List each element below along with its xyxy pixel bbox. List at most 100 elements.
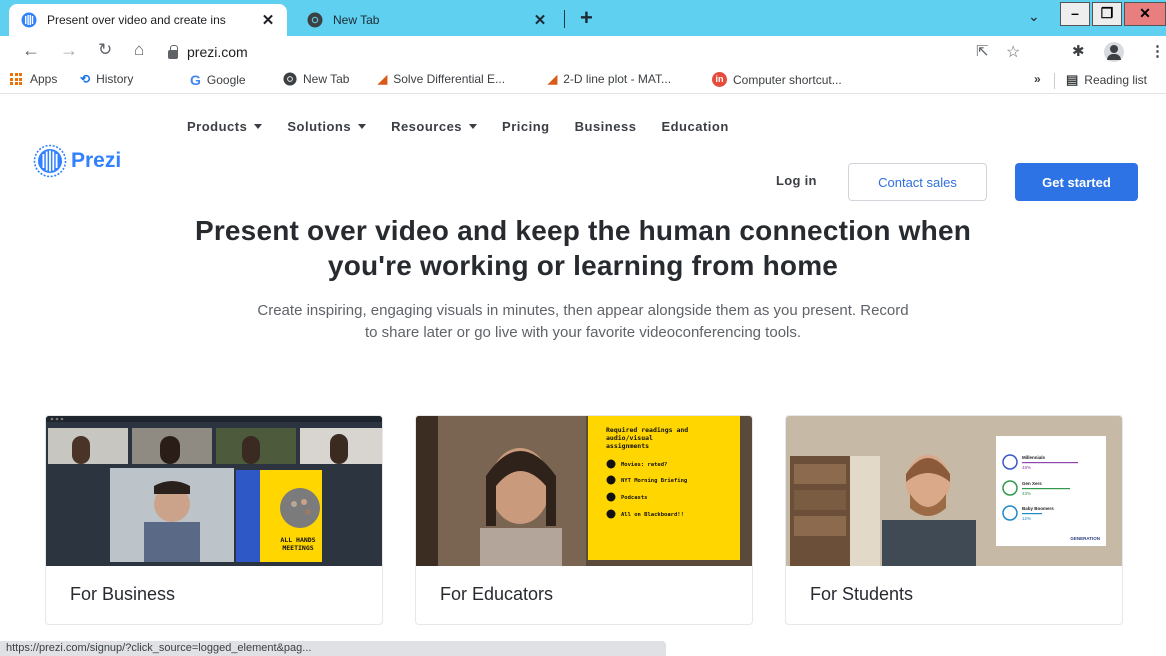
chrome-icon [307,12,323,28]
nav-label: Resources [391,119,463,134]
hero-title-line-1: Present over video and keep the human co… [194,215,972,246]
card-for-students[interactable]: Millennials 48% Gen Xers 43% Baby Boomer… [785,415,1123,625]
caret-down-icon [469,124,478,129]
slide-text-line: ALL HANDS [280,536,315,544]
slide-item: Podcasts [621,495,648,501]
maximize-button[interactable]: ❐ [1092,2,1122,26]
bookmark-label: Solve Differential E... [393,72,506,86]
caret-down-icon [358,124,367,129]
bookmarks-bar: Apps ⟲ History G Google New Tab ◢ Solve … [0,66,1166,94]
prezi-icon [21,12,37,28]
slide-item-pct: 48% [1022,465,1031,470]
slide-footer: GENERATION [1070,536,1100,541]
matlab-icon: ◢ [378,72,388,86]
card-label: For Educators [440,584,554,604]
nav-education[interactable]: Education [661,119,728,134]
bookmark-label: New Tab [303,72,350,86]
card-label: For Students [810,584,914,604]
nav-label: Products [187,119,248,134]
contact-sales-button[interactable]: Contact sales [848,163,987,201]
close-tab-icon[interactable]: ✕ [259,11,277,29]
hero-title-line-2: you're working or learning from home [327,250,839,281]
nav-resources[interactable]: Resources [391,119,478,134]
bookmark-label: Apps [30,72,58,86]
get-started-button[interactable]: Get started [1015,163,1138,201]
star-icon[interactable]: ☆ [1006,42,1020,62]
reading-list-button[interactable]: ▤ Reading list [1066,72,1147,88]
reading-list-icon: ▤ [1066,72,1079,87]
business-video-thumbnail: ALL HANDS MEETINGS [46,416,382,566]
tab-prezi[interactable]: Present over video and create ins ✕ [9,4,287,36]
browser-tab-strip: Present over video and create ins ✕ New … [0,0,1166,36]
bookmarks-separator [1054,73,1055,89]
history-icon: ⟲ [80,72,91,86]
chevron-down-icon[interactable]: ⌄ [1028,8,1040,25]
hero-subtitle: Create inspiring, engaging visuals in mi… [257,302,909,341]
share-icon[interactable]: ⇱ [976,42,989,60]
bookmark-google[interactable]: G Google [190,72,246,88]
tab-title: New Tab [333,13,380,27]
prezi-logo-icon [33,144,67,178]
slide-item: NYT Morning Briefing [621,478,687,484]
browser-toolbar: ← → ↻ ⌂ prezi.com ⇱ ☆ ✱ ⋮ [0,36,1166,66]
url-text: prezi.com [187,44,248,60]
profile-avatar[interactable] [1104,42,1124,62]
slide-item-name: Millennials [1022,455,1046,460]
status-bar-url: https://prezi.com/signup/?click_source=l… [0,641,666,656]
students-video-thumbnail: Millennials 48% Gen Xers 43% Baby Boomer… [786,416,1122,566]
slide-item-pct: 12% [1022,516,1031,521]
forward-arrow-icon[interactable]: → [60,40,78,61]
new-tab-button[interactable]: + [580,5,593,31]
close-tab-icon[interactable]: ✕ [531,11,549,29]
lock-icon [168,44,178,59]
reload-icon[interactable]: ↻ [98,40,112,60]
extensions-icon[interactable]: ✱ [1072,42,1085,60]
nav-business[interactable]: Business [575,119,637,134]
slide-text-line: MEETINGS [282,544,313,552]
slide-item: All on Blackboard!! [621,512,684,518]
nav-pricing[interactable]: Pricing [502,119,550,134]
tab-separator [564,10,565,28]
address-bar[interactable]: prezi.com [168,39,1048,65]
menu-kebab-icon[interactable]: ⋮ [1150,42,1165,60]
minimize-button[interactable]: – [1060,2,1090,26]
slide-text-line: audio/visual [606,434,653,442]
bookmark-label: 2-D line plot - MAT... [563,72,672,86]
bookmark-history[interactable]: ⟲ History [80,72,133,86]
caret-down-icon [254,124,263,129]
bookmarks-overflow-button[interactable]: » [1034,72,1041,86]
main-navigation: Products Solutions Resources Pricing Bus… [187,119,754,134]
prezi-page: Prezi Products Solutions Resources Prici… [0,95,1166,656]
bookmark-2d-line-plot[interactable]: ◢ 2-D line plot - MAT... [548,72,671,86]
prezi-logo[interactable]: Prezi [33,144,121,178]
slide-text-line: Required readings and [606,426,688,434]
login-link[interactable]: Log in [776,173,817,188]
bookmark-computer-shortcut[interactable]: in Computer shortcut... [712,72,842,87]
tab-new-tab[interactable]: New Tab ✕ [297,4,559,36]
slide-text-line: assignments [606,442,649,450]
card-label: For Business [70,584,176,604]
tab-title: Present over video and create ins [47,13,226,27]
matlab-icon: ◢ [548,72,558,86]
card-for-educators[interactable]: Required readings and audio/visual assig… [415,415,753,625]
bookmark-label: Computer shortcut... [733,72,842,87]
bookmark-apps[interactable]: Apps [10,72,57,86]
apps-grid-icon [10,73,22,85]
chrome-icon [283,72,297,86]
back-arrow-icon[interactable]: ← [22,40,40,61]
reading-list-label: Reading list [1084,73,1147,87]
bookmark-solve-differential[interactable]: ◢ Solve Differential E... [378,72,505,86]
slide-item-pct: 43% [1022,491,1031,496]
card-for-business[interactable]: ALL HANDS MEETINGS For Business [45,415,383,625]
bookmark-label: Google [206,73,246,87]
bookmark-new-tab[interactable]: New Tab [283,72,349,86]
slide-item: Movies: rated? [621,462,667,468]
home-icon[interactable]: ⌂ [134,40,144,60]
hero-title: Present over video and keep the human co… [70,213,1096,283]
brand-name: Prezi [71,149,122,172]
nav-products[interactable]: Products [187,119,263,134]
nav-label: Solutions [287,119,352,134]
nav-solutions[interactable]: Solutions [287,119,367,134]
close-window-button[interactable]: ✕ [1124,2,1166,26]
bookmark-label: History [96,72,134,86]
